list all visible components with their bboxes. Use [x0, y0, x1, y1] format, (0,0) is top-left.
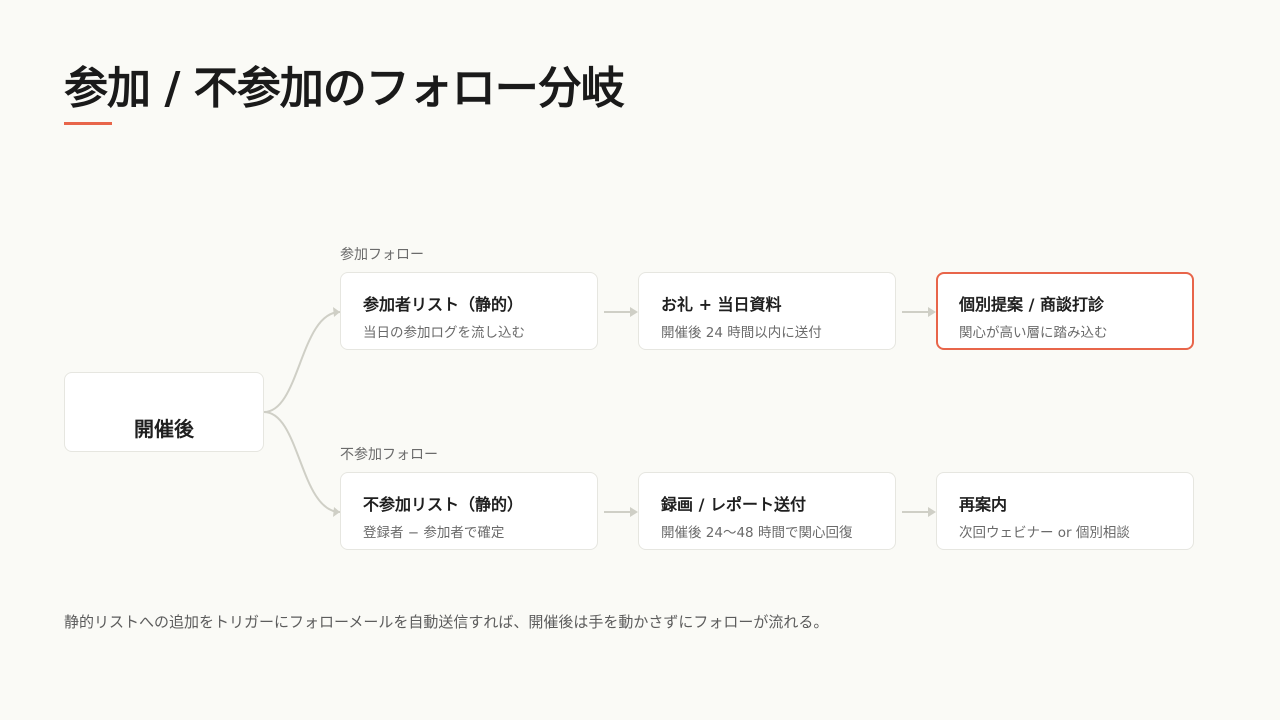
footnote: 静的リストへの追加をトリガーにフォローメールを自動送信すれば、開催後は手を動かさ… — [64, 613, 829, 631]
arrowhead-absent-1 — [630, 507, 638, 517]
connector-attend — [263, 311, 341, 413]
step-subtitle: 開催後 24 時間以内に送付 — [661, 325, 822, 341]
step-recording-report: 録画 / レポート送付 開催後 24〜48 時間で関心回復 — [638, 472, 896, 550]
step-individual-proposal: 個別提案 / 商談打診 関心が高い層に踏み込む — [936, 272, 1194, 350]
step-title: 不参加リスト（静的） — [363, 495, 524, 514]
step-title: 参加者リスト（静的） — [363, 295, 524, 314]
step-reinvite: 再案内 次回ウェビナー or 個別相談 — [936, 472, 1194, 550]
step-subtitle: 開催後 24〜48 時間で関心回復 — [661, 525, 853, 541]
step-absentee-list: 不参加リスト（静的） 登録者 − 参加者で確定 — [340, 472, 598, 550]
root-label: 開催後 — [134, 417, 194, 441]
step-title: 録画 / レポート送付 — [661, 495, 806, 514]
step-subtitle: 関心が高い層に踏み込む — [959, 325, 1108, 341]
branch-label-absent: 不参加フォロー — [340, 447, 438, 463]
arrowhead-attend — [333, 307, 340, 317]
root-node: 開催後 — [64, 372, 264, 452]
step-subtitle: 当日の参加ログを流し込む — [363, 325, 525, 341]
arrowhead-attend-1 — [630, 307, 638, 317]
step-title: お礼 + 当日資料 — [661, 295, 782, 314]
step-attendee-list: 参加者リスト（静的） 当日の参加ログを流し込む — [340, 272, 598, 350]
step-title: 再案内 — [959, 495, 1008, 514]
step-subtitle: 登録者 − 参加者で確定 — [363, 525, 505, 541]
arrowhead-absent — [333, 507, 340, 517]
branch-label-attend: 参加フォロー — [340, 247, 424, 263]
arrowhead-attend-2 — [928, 307, 936, 317]
step-subtitle: 次回ウェビナー or 個別相談 — [959, 525, 1130, 541]
arrowhead-absent-2 — [928, 507, 936, 517]
step-title: 個別提案 / 商談打診 — [959, 295, 1104, 314]
connector-absent — [263, 411, 341, 513]
step-thanks-materials: お礼 + 当日資料 開催後 24 時間以内に送付 — [638, 272, 896, 350]
